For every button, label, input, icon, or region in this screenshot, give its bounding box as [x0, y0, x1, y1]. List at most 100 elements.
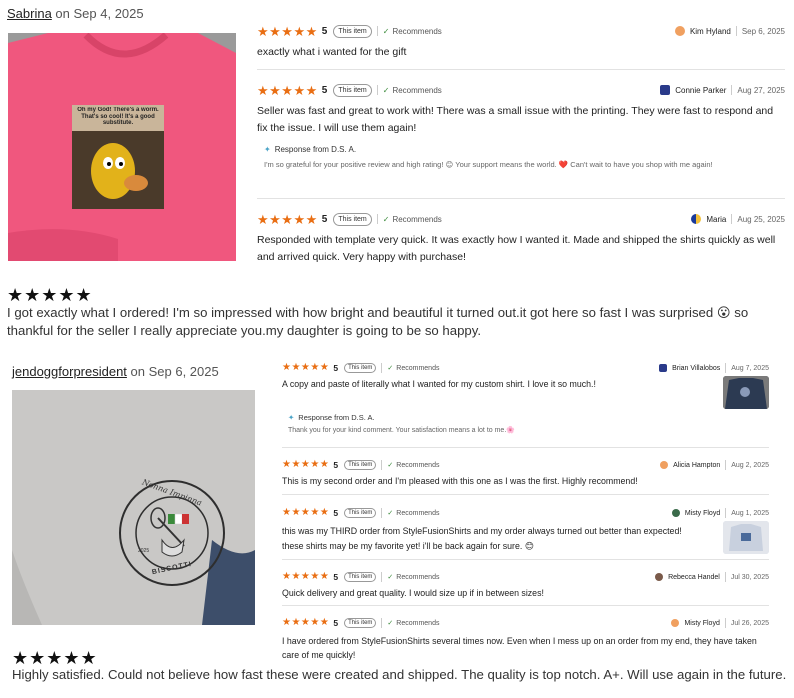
review-date: Aug 2, 2025	[731, 461, 769, 469]
recommends-label: Recommends	[396, 619, 440, 627]
reviewer-name[interactable]: Misty Floyd	[685, 510, 720, 517]
navy-shirt-photo-icon	[723, 376, 769, 409]
review-card: ★★★★★ 5 This item ✓ Recommends Brian Vil…	[282, 362, 769, 390]
response-text: Thank you for your kind comment. Your sa…	[288, 427, 515, 434]
post2-stars: ★★★★★	[12, 648, 98, 668]
rating-number: 5	[333, 508, 339, 518]
check-icon: ✓	[382, 85, 390, 95]
reviewer-name[interactable]: Maria	[706, 215, 726, 224]
pink-sweatshirt-image	[8, 33, 236, 261]
rating-stars-icon: ★★★★★	[257, 82, 318, 98]
response-title: Response from D.S. A.	[298, 413, 375, 422]
rating-number: 5	[333, 618, 339, 628]
review-date: Aug 25, 2025	[737, 214, 785, 224]
rating-number: 5	[321, 213, 328, 225]
recommends-label: Recommends	[392, 214, 442, 224]
divider	[381, 363, 383, 373]
post1-header: Sabrina on Sep 4, 2025	[7, 6, 144, 21]
this-item-badge[interactable]: This item	[344, 508, 377, 518]
review-card: ★★★★★ 5 This item ✓ Recommends Maria Aug…	[257, 212, 785, 267]
avatar	[660, 85, 671, 95]
avatar	[671, 509, 680, 517]
reviewer-name[interactable]: Misty Floyd	[684, 620, 719, 627]
divider	[381, 508, 383, 518]
divider	[381, 618, 383, 628]
divider	[724, 618, 726, 628]
this-item-badge[interactable]: This item	[333, 24, 372, 38]
avatar	[659, 364, 668, 372]
this-item-badge[interactable]: This item	[344, 363, 377, 373]
rating-stars-icon: ★★★★★	[257, 211, 318, 227]
review-photo-thumbnail[interactable]	[723, 376, 769, 409]
reviewer-name[interactable]: Alicia Hampton	[673, 462, 720, 469]
this-item-badge[interactable]: This item	[344, 460, 377, 470]
review-text: Responded with template very quick. It w…	[257, 234, 776, 264]
review-text: this was my THIRD order from StyleFusion…	[282, 526, 682, 551]
response-text: I'm so grateful for your positive review…	[264, 160, 713, 169]
post1-username[interactable]: Sabrina	[7, 6, 52, 21]
divider	[376, 214, 378, 224]
avatar	[691, 214, 702, 224]
review-card: ★★★★★ 5 This item ✓ Recommends Rebecca H…	[282, 571, 769, 599]
divider	[257, 198, 785, 199]
review-text: This is my second order and I'm pleased …	[282, 476, 638, 486]
review-card: ★★★★★ 5 This item ✓ Recommends Kim Hylan…	[257, 24, 785, 60]
review-card: ★★★★★ 5 This item ✓ Recommends Connie Pa…	[257, 83, 785, 138]
post2-photo[interactable]: Nonna Impinna BISCOTTI 2025	[12, 390, 255, 625]
divider	[376, 26, 378, 36]
post1-photo[interactable]: Oh my God! There's a worm. That's so coo…	[8, 33, 236, 261]
post2-text: Highly satisfied. Could not believe how …	[12, 667, 787, 682]
reviewer-name[interactable]: Connie Parker	[675, 86, 726, 95]
reviewer-name[interactable]: Rebecca Handel	[668, 574, 720, 581]
post2-date: on Sep 6, 2025	[126, 364, 219, 379]
check-icon: ✓	[382, 26, 390, 36]
avatar	[660, 461, 669, 469]
logo-year-text: 2025	[138, 548, 150, 554]
review-date: Sep 6, 2025	[741, 26, 785, 36]
check-icon: ✓	[387, 510, 394, 517]
avatar	[671, 619, 680, 627]
recommends-label: Recommends	[396, 573, 440, 581]
recommends-label: Recommends	[396, 461, 440, 469]
post1-stars: ★★★★★	[7, 285, 93, 305]
reviewer-name[interactable]: Kim Hyland	[690, 27, 731, 36]
rating-stars-icon: ★★★★★	[282, 617, 330, 628]
review-date: Aug 1, 2025	[731, 509, 769, 517]
divider	[725, 460, 727, 470]
rating-stars-icon: ★★★★★	[282, 459, 330, 470]
avatar	[674, 26, 685, 36]
this-item-badge[interactable]: This item	[333, 212, 372, 226]
recommends-label: Recommends	[396, 509, 440, 517]
this-item-badge[interactable]: This item	[344, 618, 377, 628]
review-photo-thumbnail[interactable]	[723, 521, 769, 554]
panel1-reviews: ★★★★★ 5 This item ✓ Recommends Kim Hylan…	[257, 0, 787, 275]
review-date: Jul 26, 2025	[730, 619, 769, 627]
divider	[282, 494, 769, 495]
recommends-label: Recommends	[392, 26, 442, 36]
white-shirt-photo-icon	[723, 521, 769, 554]
divider	[282, 605, 769, 606]
avatar	[655, 573, 664, 581]
this-item-badge[interactable]: This item	[344, 572, 377, 582]
review-card: ★★★★★ 5 This item ✓ Recommends Misty Flo…	[282, 507, 769, 553]
post1-text: I got exactly what I ordered! I'm so imp…	[7, 305, 749, 339]
review-date: Aug 7, 2025	[731, 364, 769, 372]
this-item-badge[interactable]: This item	[333, 83, 372, 97]
reviewer-name[interactable]: Brian Villalobos	[672, 365, 720, 372]
review-text: A copy and paste of literally what I wan…	[282, 379, 596, 389]
divider	[376, 85, 378, 95]
divider	[724, 572, 726, 582]
review-card: ★★★★★ 5 This item ✓ Recommends Misty Flo…	[282, 617, 769, 662]
check-icon: ✓	[387, 462, 394, 469]
gray-sweatshirt-image	[12, 390, 255, 625]
panel2-reviews: ★★★★★ 5 This item ✓ Recommends Brian Vil…	[282, 360, 770, 660]
rating-stars-icon: ★★★★★	[282, 571, 330, 582]
rating-number: 5	[321, 25, 328, 37]
post2-username[interactable]: jendoggforpresident	[12, 364, 127, 379]
rating-number: 5	[333, 572, 339, 582]
review-text: exactly what i wanted for the gift	[257, 46, 407, 58]
recommends-label: Recommends	[396, 364, 440, 372]
rating-stars-icon: ★★★★★	[257, 23, 318, 39]
review-card: ★★★★★ 5 This item ✓ Recommends Alicia Ha…	[282, 459, 769, 487]
divider	[257, 69, 785, 70]
